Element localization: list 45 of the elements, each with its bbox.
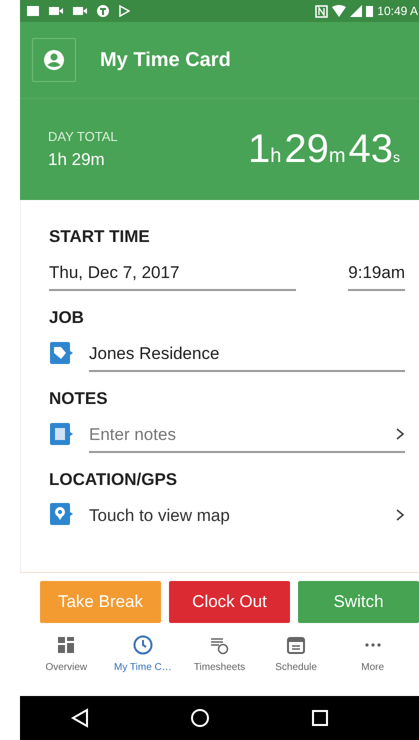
app-title: My Time Card (100, 48, 231, 73)
circle-t-icon (96, 4, 110, 18)
clock-icon (132, 634, 154, 656)
play-store-icon (118, 5, 130, 17)
pin-icon (49, 502, 73, 526)
status-time: 10:49 A (377, 3, 418, 20)
signal-icon (350, 5, 362, 17)
more-icon (364, 643, 381, 647)
home-icon[interactable] (190, 708, 210, 728)
chevron-right-icon[interactable] (395, 508, 405, 522)
note-icon (49, 422, 73, 446)
action-button[interactable]: Switch (298, 581, 419, 623)
map-link-text: Touch to view map (89, 504, 230, 526)
notes-field[interactable]: Enter notes (89, 416, 405, 453)
nav-tab[interactable]: More (334, 632, 411, 696)
section-label: START TIME (49, 226, 151, 248)
chevron-right-icon[interactable] (395, 427, 405, 442)
nav-tab[interactable]: Timesheets (181, 632, 258, 696)
notes-placeholder: Enter notes (89, 424, 176, 446)
nfc-icon (315, 4, 328, 18)
nav-tab[interactable]: Overview (28, 632, 105, 696)
action-button[interactable]: Clock Out (169, 581, 290, 623)
day-total-label: DAY TOTAL (48, 128, 118, 146)
account-icon (43, 49, 65, 71)
section-label: LOCATION/GPS (49, 469, 178, 491)
map-link[interactable]: Touch to view map (89, 496, 405, 532)
day-total-value: 1h 29m (48, 148, 106, 170)
nav-tab[interactable]: Schedule (258, 632, 334, 696)
battery-icon (366, 5, 374, 17)
job-field[interactable]: Jones Residence (89, 334, 405, 372)
section-label: NOTES (49, 388, 109, 410)
wifi-icon (332, 5, 346, 17)
calendar-icon (285, 634, 308, 656)
tag-icon (49, 341, 73, 366)
time-field[interactable]: 9:19am (348, 254, 405, 291)
video-icon (72, 5, 88, 17)
nav-tab[interactable]: My Time C… (104, 632, 182, 696)
message-icon (26, 5, 40, 17)
date-field[interactable]: Thu, Dec 7, 2017 (49, 254, 296, 291)
account-button[interactable] (32, 38, 76, 82)
elapsed-timer: 1h 29m 43s (248, 128, 401, 170)
section-label: JOB (49, 307, 85, 329)
back-icon[interactable] (70, 708, 88, 728)
video-icon (48, 5, 64, 17)
recents-icon[interactable] (310, 709, 328, 727)
